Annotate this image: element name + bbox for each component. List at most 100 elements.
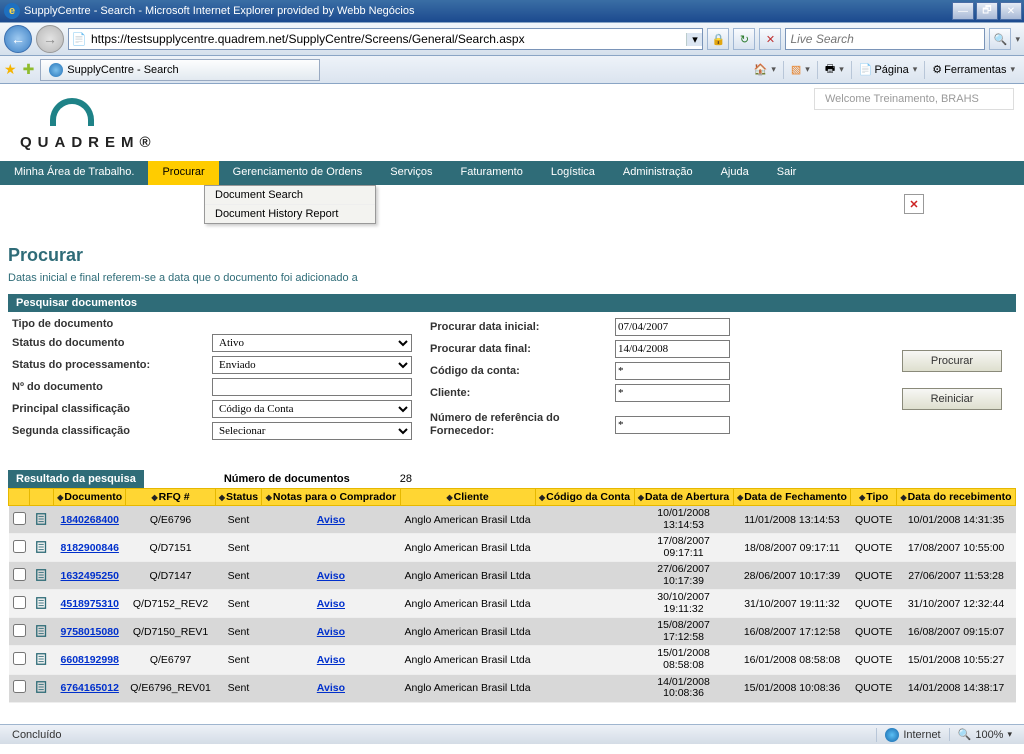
cell-type: QUOTE [851,674,897,702]
row-checkbox[interactable] [13,624,26,637]
cell-account [535,562,634,590]
label-data-inicial: Procurar data inicial: [430,321,615,333]
document-link[interactable]: 6764165012 [61,682,119,694]
row-checkbox[interactable] [13,652,26,665]
menu-help[interactable]: Ajuda [707,161,763,185]
notes-link[interactable]: Aviso [317,514,345,526]
notes-link[interactable]: Aviso [317,570,345,582]
notes-link[interactable]: Aviso [317,626,345,638]
table-row: 1840268400Q/E6796SentAvisoAnglo American… [9,506,1016,534]
input-data-inicial[interactable] [615,318,730,336]
document-link[interactable]: 4518975310 [61,598,119,610]
ie-page-icon: 📄 [71,31,87,47]
search-box[interactable] [785,28,985,50]
label-seg-class: Segunda classificação [12,425,212,437]
col-header[interactable]: ◆Cliente [400,489,535,506]
submenu-doc-search[interactable]: Document Search [205,186,375,205]
document-link[interactable]: 1632495250 [61,570,119,582]
col-header[interactable]: ◆Data do recebimento [897,489,1016,506]
row-checkbox[interactable] [13,568,26,581]
close-button[interactable]: ✕ [1000,2,1022,20]
row-checkbox[interactable] [13,512,26,525]
input-no-doc[interactable] [212,378,412,396]
zoom-control[interactable]: 🔍100%▾ [949,728,1020,741]
row-checkbox[interactable] [13,596,26,609]
col-header[interactable]: ◆Data de Fechamento [733,489,851,506]
minimize-button[interactable]: — [952,2,974,20]
document-link[interactable]: 1840268400 [61,514,119,526]
browser-tab[interactable]: SupplyCentre - Search [40,59,320,81]
stop-button[interactable]: ✕ [759,28,781,50]
row-checkbox[interactable] [13,680,26,693]
document-link[interactable]: 6608192998 [61,654,119,666]
col-header[interactable]: ◆Código da Conta [535,489,634,506]
menu-order-mgmt[interactable]: Gerenciamento de Ordens [219,161,377,185]
col-header[interactable]: ◆Notas para o Comprador [262,489,400,506]
menu-workspace[interactable]: Minha Área de Trabalho. [0,161,148,185]
address-input[interactable] [89,30,686,48]
cell-account [535,590,634,618]
search-dropdown[interactable]: ▾ [1015,34,1020,45]
document-icon[interactable] [34,511,50,527]
feeds-button[interactable]: ▧ [786,61,815,78]
col-header[interactable]: ◆Data de Abertura [634,489,733,506]
select-status-proc[interactable]: Enviado [212,356,412,374]
search-go-button[interactable]: 🔍 [989,28,1011,50]
col-header[interactable]: ◆Documento [54,489,126,506]
submenu-doc-history[interactable]: Document History Report [205,205,375,223]
home-button[interactable]: 🏠 [749,61,781,78]
menu-admin[interactable]: Administração [609,161,707,185]
notes-link[interactable]: Aviso [317,654,345,666]
input-num-ref[interactable] [615,416,730,434]
notes-link[interactable]: Aviso [317,682,345,694]
col-header[interactable] [30,489,54,506]
col-header[interactable]: ◆RFQ # [126,489,215,506]
page-menu[interactable]: 📄Página [854,61,923,78]
cell-client: Anglo American Brasil Ltda [400,506,535,534]
page-subtitle: Datas inicial e final referem-se a data … [8,272,1016,284]
document-icon[interactable] [34,567,50,583]
menu-search[interactable]: Procurar [148,161,218,185]
restore-button[interactable]: 🗗 [976,2,998,20]
forward-button[interactable]: → [36,25,64,53]
input-cliente[interactable] [615,384,730,402]
input-data-final[interactable] [615,340,730,358]
search-input[interactable] [786,30,984,48]
favorites-star-icon[interactable]: ★ [4,61,17,78]
document-link[interactable]: 8182900846 [61,542,119,554]
back-button[interactable]: ← [4,25,32,53]
search-panel-header: Pesquisar documentos [8,294,1016,312]
document-icon[interactable] [34,651,50,667]
procurar-button[interactable]: Procurar [902,350,1002,372]
select-seg-class[interactable]: Selecionar [212,422,412,440]
menu-services[interactable]: Serviços [376,161,446,185]
document-link[interactable]: 9758015080 [61,626,119,638]
menu-exit[interactable]: Sair [763,161,811,185]
menu-logistics[interactable]: Logística [537,161,609,185]
document-icon[interactable] [34,623,50,639]
select-princ-class[interactable]: Código da Conta [212,400,412,418]
print-button[interactable]: 🖶 [820,58,849,81]
add-favorites-icon[interactable]: ✚ [23,61,35,78]
cell-account [535,618,634,646]
select-status-doc[interactable]: Ativo [212,334,412,352]
reiniciar-button[interactable]: Reiniciar [902,388,1002,410]
document-icon[interactable] [34,679,50,695]
col-header[interactable]: ◆Tipo [851,489,897,506]
address-bar[interactable]: 📄 ▾ [68,28,703,50]
refresh-button[interactable]: ↻ [733,28,755,50]
cell-open-date: 15/01/200808:58:08 [634,646,733,674]
row-checkbox[interactable] [13,540,26,553]
col-header[interactable] [9,489,30,506]
cell-close-date: 18/08/2007 09:17:11 [733,534,851,562]
document-icon[interactable] [34,539,50,555]
cell-close-date: 31/10/2007 19:11:32 [733,590,851,618]
col-header[interactable]: ◆Status [215,489,262,506]
tools-menu[interactable]: ⚙Ferramentas [927,61,1020,78]
address-dropdown[interactable]: ▾ [686,33,702,46]
input-cod-conta[interactable] [615,362,730,380]
lock-icon: 🔒 [707,28,729,50]
notes-link[interactable]: Aviso [317,598,345,610]
document-icon[interactable] [34,595,50,611]
menu-billing[interactable]: Faturamento [446,161,536,185]
